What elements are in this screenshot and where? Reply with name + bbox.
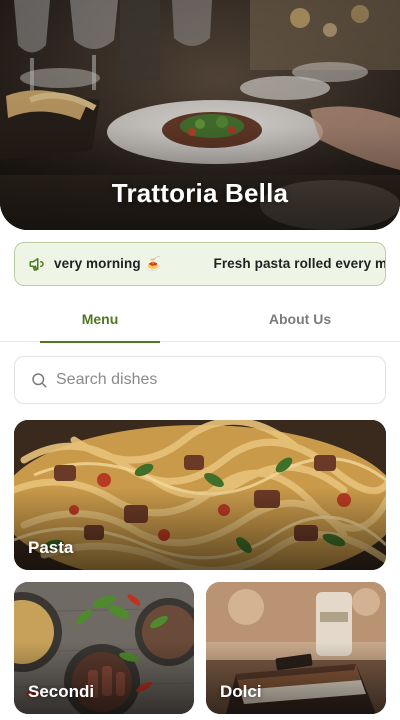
search-bar[interactable] (14, 356, 386, 404)
announcement-banner: very morning 🍝 Fresh pasta rolled every m (14, 242, 386, 286)
category-label-dolci: Dolci (220, 682, 262, 701)
search-icon (32, 373, 47, 388)
announcement-text: very morning 🍝 Fresh pasta rolled every m (54, 256, 385, 272)
announcement-text-tail: very morning 🍝 (54, 256, 162, 271)
category-card-pasta[interactable]: Pasta (14, 420, 386, 570)
megaphone-icon (29, 258, 44, 271)
restaurant-name: Trattoria Bella (111, 178, 289, 208)
search-input[interactable] (56, 371, 385, 389)
category-label-secondi: Secondi (28, 682, 95, 701)
hero-banner: Trattoria Bella (0, 0, 400, 230)
tab-menu[interactable]: Menu (0, 296, 200, 343)
category-card-dolci[interactable]: Dolci (206, 582, 386, 714)
tab-bar: Menu About Us (0, 296, 400, 343)
announcement-marquee: very morning 🍝 Fresh pasta rolled every m (54, 254, 385, 274)
announcement-text-head: Fresh pasta rolled every m (213, 256, 385, 271)
tab-about-us[interactable]: About Us (200, 296, 400, 342)
category-label-pasta: Pasta (28, 538, 74, 557)
category-card-secondi[interactable]: Secondi (14, 582, 194, 714)
